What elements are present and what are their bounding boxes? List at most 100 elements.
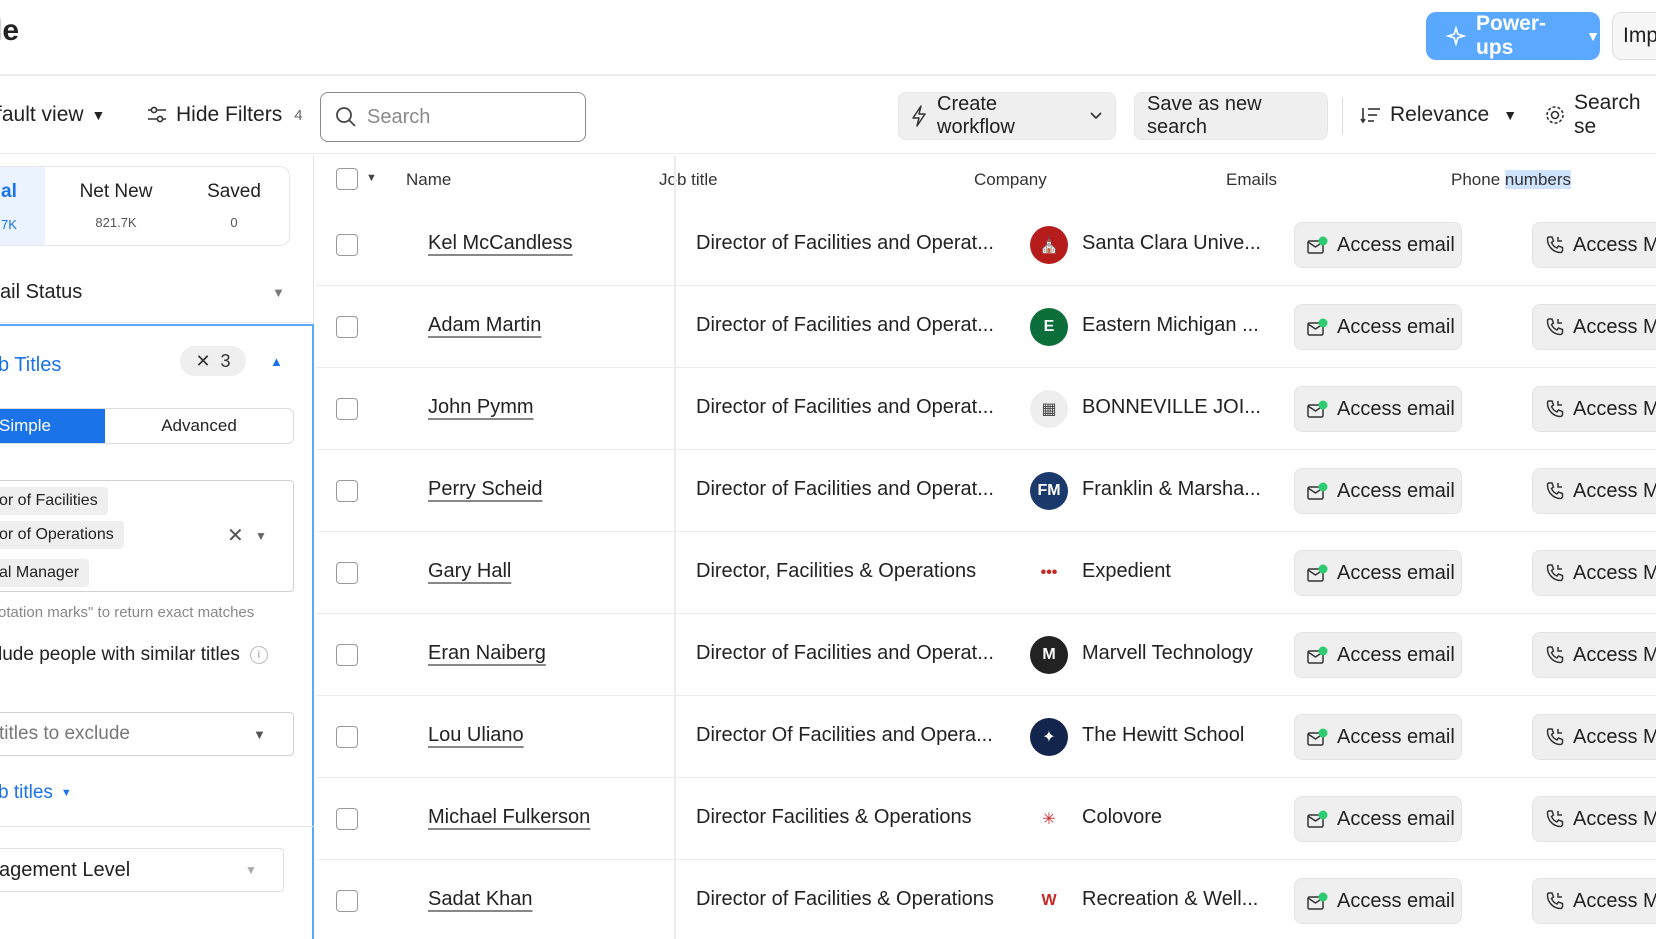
row-checkbox[interactable] bbox=[336, 726, 358, 748]
access-mobile-button[interactable]: Access M bbox=[1532, 468, 1656, 514]
chevron-down-icon: ▼ bbox=[1586, 28, 1600, 44]
row-checkbox[interactable] bbox=[336, 316, 358, 338]
company-name-cell[interactable]: The Hewitt School bbox=[1082, 724, 1244, 747]
row-checkbox[interactable] bbox=[336, 562, 358, 584]
sort-selector[interactable]: Relevance ▼ bbox=[1360, 92, 1517, 138]
access-mobile-button[interactable]: Access M bbox=[1532, 550, 1656, 596]
job-title-tag[interactable]: or of Facilities bbox=[0, 487, 108, 515]
chevron-up-icon[interactable]: ▲ bbox=[270, 354, 283, 369]
view-selector[interactable]: fault view ▼ bbox=[0, 92, 105, 138]
management-level-filter[interactable]: agement Level ▼ bbox=[0, 848, 284, 892]
column-header-company[interactable]: Company bbox=[974, 170, 1047, 190]
row-checkbox[interactable] bbox=[336, 890, 358, 912]
row-checkbox[interactable] bbox=[336, 644, 358, 666]
access-mobile-button[interactable]: Access M bbox=[1532, 714, 1656, 760]
person-name-link[interactable]: Sadat Khan bbox=[428, 888, 533, 911]
job-title-tag[interactable]: al Manager bbox=[0, 559, 90, 587]
tab-total[interactable]: al 7K bbox=[0, 167, 45, 245]
job-titles-header[interactable]: b Titles bbox=[0, 354, 61, 377]
person-name-link[interactable]: Eran Naiberg bbox=[428, 642, 546, 665]
person-name-link[interactable]: Gary Hall bbox=[428, 560, 511, 583]
exclude-titles-select[interactable]: titles to exclude ▼ bbox=[0, 712, 294, 756]
row-checkbox[interactable] bbox=[336, 234, 358, 256]
company-name-cell[interactable]: Marvell Technology bbox=[1082, 642, 1253, 665]
info-icon[interactable]: i bbox=[249, 646, 268, 664]
job-title-tag[interactable]: or of Operations bbox=[0, 521, 124, 549]
person-name-link[interactable]: John Pymm bbox=[428, 396, 534, 419]
table-row[interactable]: John Pymm Director of Facilities and Oper… bbox=[316, 368, 1656, 450]
person-name-link[interactable]: Perry Scheid bbox=[428, 478, 543, 501]
person-name-link[interactable]: Lou Uliano bbox=[428, 724, 524, 747]
save-as-new-search-button[interactable]: Save as new search bbox=[1134, 92, 1328, 140]
table-row[interactable]: Gary Hall Director, Facilities & Operatio… bbox=[316, 532, 1656, 614]
access-email-button[interactable]: Access email bbox=[1294, 632, 1462, 678]
email-status-filter[interactable]: ail Status ▼ bbox=[0, 272, 296, 312]
tab-net-new[interactable]: Net New 821.7K bbox=[61, 167, 171, 245]
company-name-cell[interactable]: Recreation & Well... bbox=[1082, 888, 1258, 911]
access-email-button[interactable]: Access email bbox=[1294, 714, 1462, 760]
table-row[interactable]: Sadat Khan Director of Facilities & Opera… bbox=[316, 860, 1656, 939]
job-titles-more-link[interactable]: b titles ▼ bbox=[0, 782, 72, 804]
company-name-cell[interactable]: Franklin & Marsha... bbox=[1082, 478, 1261, 501]
access-mobile-button[interactable]: Access M bbox=[1532, 304, 1656, 350]
clear-icon[interactable]: ✕ bbox=[227, 523, 244, 548]
power-ups-label: Power-ups bbox=[1476, 12, 1547, 59]
clear-job-titles-chip[interactable]: ✕ 3 bbox=[180, 346, 246, 376]
row-checkbox[interactable] bbox=[336, 480, 358, 502]
email-unlock-icon bbox=[1307, 235, 1329, 255]
company-logo-icon: FM bbox=[1030, 472, 1068, 510]
access-email-button[interactable]: Access email bbox=[1294, 550, 1462, 596]
search-input[interactable] bbox=[367, 105, 567, 129]
exclude-titles-placeholder: titles to exclude bbox=[0, 723, 130, 744]
row-checkbox[interactable] bbox=[336, 398, 358, 420]
company-name-cell[interactable]: Santa Clara Unive... bbox=[1082, 232, 1261, 255]
email-unlock-icon bbox=[1307, 399, 1329, 419]
access-email-button[interactable]: Access email bbox=[1294, 386, 1462, 432]
column-header-emails[interactable]: Emails bbox=[1226, 170, 1277, 190]
company-name-cell[interactable]: BONNEVILLE JOI... bbox=[1082, 396, 1261, 419]
company-name-cell[interactable]: Colovore bbox=[1082, 806, 1162, 829]
create-workflow-button[interactable]: Create workflow bbox=[898, 92, 1116, 140]
company-name-cell[interactable]: Expedient bbox=[1082, 560, 1171, 583]
access-mobile-button[interactable]: Access M bbox=[1532, 632, 1656, 678]
column-header-job-title[interactable]: Job title bbox=[659, 170, 718, 190]
import-button[interactable]: Imp bbox=[1612, 12, 1656, 60]
person-name-link[interactable]: Adam Martin bbox=[428, 314, 541, 337]
table-row[interactable]: Perry Scheid Director of Facilities and O… bbox=[316, 450, 1656, 532]
column-header-name[interactable]: Name bbox=[406, 170, 451, 190]
table-row[interactable]: Adam Martin Director of Facilities and Op… bbox=[316, 286, 1656, 368]
search-settings-button[interactable]: Search se bbox=[1544, 91, 1656, 138]
access-email-button[interactable]: Access email bbox=[1294, 796, 1462, 842]
access-email-button[interactable]: Access email bbox=[1294, 222, 1462, 268]
similar-titles-option[interactable]: lude people with similar titles i bbox=[0, 644, 268, 666]
table-row[interactable]: Eran Naiberg Director of Facilities and O… bbox=[316, 614, 1656, 696]
row-checkbox[interactable] bbox=[336, 808, 358, 830]
management-level-label: agement Level bbox=[0, 858, 131, 881]
access-email-button[interactable]: Access email bbox=[1294, 878, 1462, 924]
access-email-button[interactable]: Access email bbox=[1294, 304, 1462, 350]
access-mobile-button[interactable]: Access M bbox=[1532, 878, 1656, 924]
simple-tab[interactable]: Simple bbox=[0, 409, 105, 443]
access-mobile-button[interactable]: Access M bbox=[1532, 386, 1656, 432]
table-row[interactable]: Kel McCandless Director of Facilities and… bbox=[316, 204, 1656, 286]
select-all-checkbox[interactable] bbox=[336, 168, 358, 190]
job-titles-input[interactable]: or of Facilities or of Operations al Man… bbox=[0, 480, 294, 592]
table-row[interactable]: Lou Uliano Director Of Facilities and Ope… bbox=[316, 696, 1656, 778]
person-name-link[interactable]: Kel McCandless bbox=[428, 232, 573, 255]
tab-saved[interactable]: Saved 0 bbox=[187, 167, 281, 245]
hide-filters-button[interactable]: Hide Filters 4 bbox=[146, 92, 303, 138]
select-options-caret-icon[interactable]: ▼ bbox=[366, 172, 377, 184]
table-row[interactable]: Michael Fulkerson Director Facilities & O… bbox=[316, 778, 1656, 860]
search-field[interactable] bbox=[320, 92, 586, 142]
access-mobile-button[interactable]: Access M bbox=[1532, 222, 1656, 268]
person-name-link[interactable]: Michael Fulkerson bbox=[428, 806, 590, 829]
access-mobile-button[interactable]: Access M bbox=[1532, 796, 1656, 842]
company-logo-icon: ••• bbox=[1030, 554, 1068, 592]
company-name-cell[interactable]: Eastern Michigan ... bbox=[1082, 314, 1259, 337]
access-email-button[interactable]: Access email bbox=[1294, 468, 1462, 514]
column-header-phone-numbers[interactable]: Phone numbers bbox=[1451, 170, 1572, 190]
tab-net-new-label: Net New bbox=[79, 181, 153, 202]
caret-down-icon[interactable]: ▼ bbox=[255, 529, 267, 543]
power-ups-button[interactable]: Power-ups ▼ bbox=[1426, 12, 1600, 60]
advanced-tab[interactable]: Advanced bbox=[105, 409, 293, 443]
